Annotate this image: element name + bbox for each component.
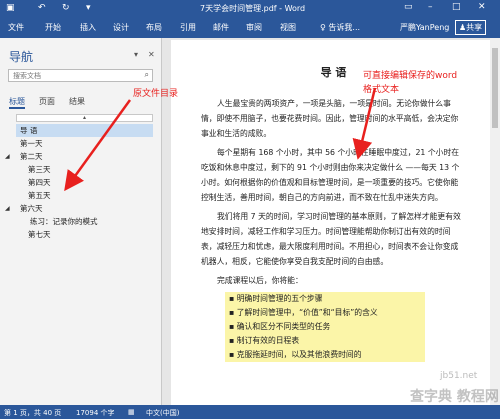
watermark-brand: 查字典 教程网	[410, 389, 499, 405]
annotation-right-line2: 格式文本	[363, 85, 400, 95]
annotation-left: 原文件目录	[133, 89, 179, 99]
search-icon[interactable]: ⌕	[145, 70, 149, 80]
tab-results[interactable]: 结果	[69, 96, 85, 107]
language-indicator[interactable]: 中文(中国)	[146, 408, 179, 418]
list-item: ▪ 确认和区分不同类型的任务	[225, 320, 425, 334]
doc-paragraph: 每个星期有 168 个小时，其中 56 个小时在睡眠中度过，21 个小时在吃饭和…	[201, 148, 460, 202]
list-item: ▪ 克服拖延时间，以及其他浪费时间的	[225, 348, 425, 362]
outline-item[interactable]: 第一天	[16, 137, 153, 150]
outline-item[interactable]: 导 语	[16, 124, 153, 137]
objectives-list: ▪ 明确时间管理的五个步骤 ▪ 了解时间管理中，“价值”和“目标”的含义 ▪ 确…	[225, 292, 466, 362]
tab-design[interactable]: 设计	[113, 22, 129, 33]
outline-item[interactable]: 第三天	[16, 163, 153, 176]
minimize-icon[interactable]: –	[428, 2, 433, 12]
outline-collapse-bar[interactable]: ▴	[16, 114, 153, 122]
document-area: 导 语 人生最宝贵的两项资产，一项是头脑，一项是时间。无论你做什么事情，即使不用…	[163, 38, 500, 405]
outline-item[interactable]: 练习：记录你的模式	[16, 215, 153, 228]
heading-outline: 导 语 第一天 ◢ 第二天 第三天 第四天 第五天 ◢ 第六天 练习：记录你的模式 …	[5, 124, 153, 241]
doc-paragraph: 完成课程以后，你将能：	[217, 276, 303, 285]
list-item: ▪ 制订有效的日程表	[225, 334, 425, 348]
tab-review[interactable]: 审阅	[246, 22, 262, 33]
tell-me-search[interactable]: ♀ 告诉我...	[320, 22, 360, 33]
outline-item[interactable]: 第五天	[16, 189, 153, 202]
expand-arrow-icon[interactable]: ◢	[5, 150, 10, 163]
nav-close-icon[interactable]: ✕	[148, 50, 155, 59]
vertical-scrollbar[interactable]	[490, 38, 500, 405]
ribbon-display-icon[interactable]: ▭	[404, 2, 413, 12]
status-bar: 第 1 页，共 40 页 17094 个字 ▦ 中文(中国)	[0, 405, 500, 419]
tab-pages[interactable]: 页面	[39, 96, 55, 107]
list-item: ▪ 了解时间管理中，“价值”和“目标”的含义	[225, 306, 425, 320]
word-count[interactable]: 17094 个字	[76, 408, 115, 418]
expand-arrow-icon[interactable]: ◢	[5, 202, 10, 215]
doc-paragraph: 我们将用 7 天的时间，学习时间管理的基本原则，了解怎样才能更有效地安排时间，减…	[201, 212, 461, 266]
window-title: 7天学会时间管理.pdf - Word	[200, 4, 306, 13]
watermark-site: jb51.net	[440, 371, 478, 381]
annotation-right-line1: 可直接编辑保存的word	[363, 71, 458, 81]
tab-headings[interactable]: 标题	[9, 96, 25, 109]
doc-paragraph: 人生最宝贵的两项资产，一项是头脑，一项是时间。无论你做什么事情，即使不用脑子，也…	[201, 99, 459, 138]
outline-item[interactable]: ◢ 第六天	[5, 202, 153, 215]
page-count[interactable]: 第 1 页，共 40 页	[4, 408, 61, 418]
tab-view[interactable]: 视图	[280, 22, 296, 33]
tab-references[interactable]: 引用	[180, 22, 196, 33]
pane-options-icon[interactable]: ▾	[134, 50, 138, 59]
list-item: ▪ 明确时间管理的五个步骤	[225, 292, 425, 306]
title-bar: ▣ ↶ ↻ ▾ 7天学会时间管理.pdf - Word ▭ – □ ✕	[0, 0, 500, 18]
close-icon[interactable]: ✕	[478, 2, 486, 12]
tab-layout[interactable]: 布局	[146, 22, 162, 33]
maximize-icon[interactable]: □	[452, 2, 461, 12]
share-button[interactable]: ♟共享	[455, 20, 487, 35]
tab-file[interactable]: 文件	[8, 22, 24, 33]
undo-icon[interactable]: ↶	[38, 3, 46, 13]
document-page[interactable]: 导 语 人生最宝贵的两项资产，一项是头脑，一项是时间。无论你做什么事情，即使不用…	[171, 40, 491, 405]
user-account[interactable]: 严鹏YanPeng	[400, 22, 449, 33]
tab-home[interactable]: 开始	[45, 22, 61, 33]
customize-qat-icon[interactable]: ▾	[86, 3, 91, 13]
ribbon-tabs: 文件 开始 插入 设计 布局 引用 邮件 审阅 视图 ♀ 告诉我... 严鹏Ya…	[0, 18, 500, 38]
scrollbar-thumb[interactable]	[492, 48, 498, 128]
document-body[interactable]: 导 语 人生最宝贵的两项资产，一项是头脑，一项是时间。无论你做什么事情，即使不用…	[201, 64, 466, 362]
nav-pane-title: 导航	[9, 50, 34, 64]
tab-insert[interactable]: 插入	[80, 22, 96, 33]
outline-item[interactable]: 第七天	[16, 228, 153, 241]
proofing-icon[interactable]: ▦	[128, 408, 135, 416]
outline-item[interactable]: 第四天	[16, 176, 153, 189]
redo-icon[interactable]: ↻	[62, 3, 70, 13]
nav-search-input[interactable]: 搜索文档 ⌕	[8, 69, 153, 82]
outline-item[interactable]: ◢ 第二天	[5, 150, 153, 163]
save-icon[interactable]: ▣	[6, 3, 15, 13]
tab-mailings[interactable]: 邮件	[213, 22, 229, 33]
